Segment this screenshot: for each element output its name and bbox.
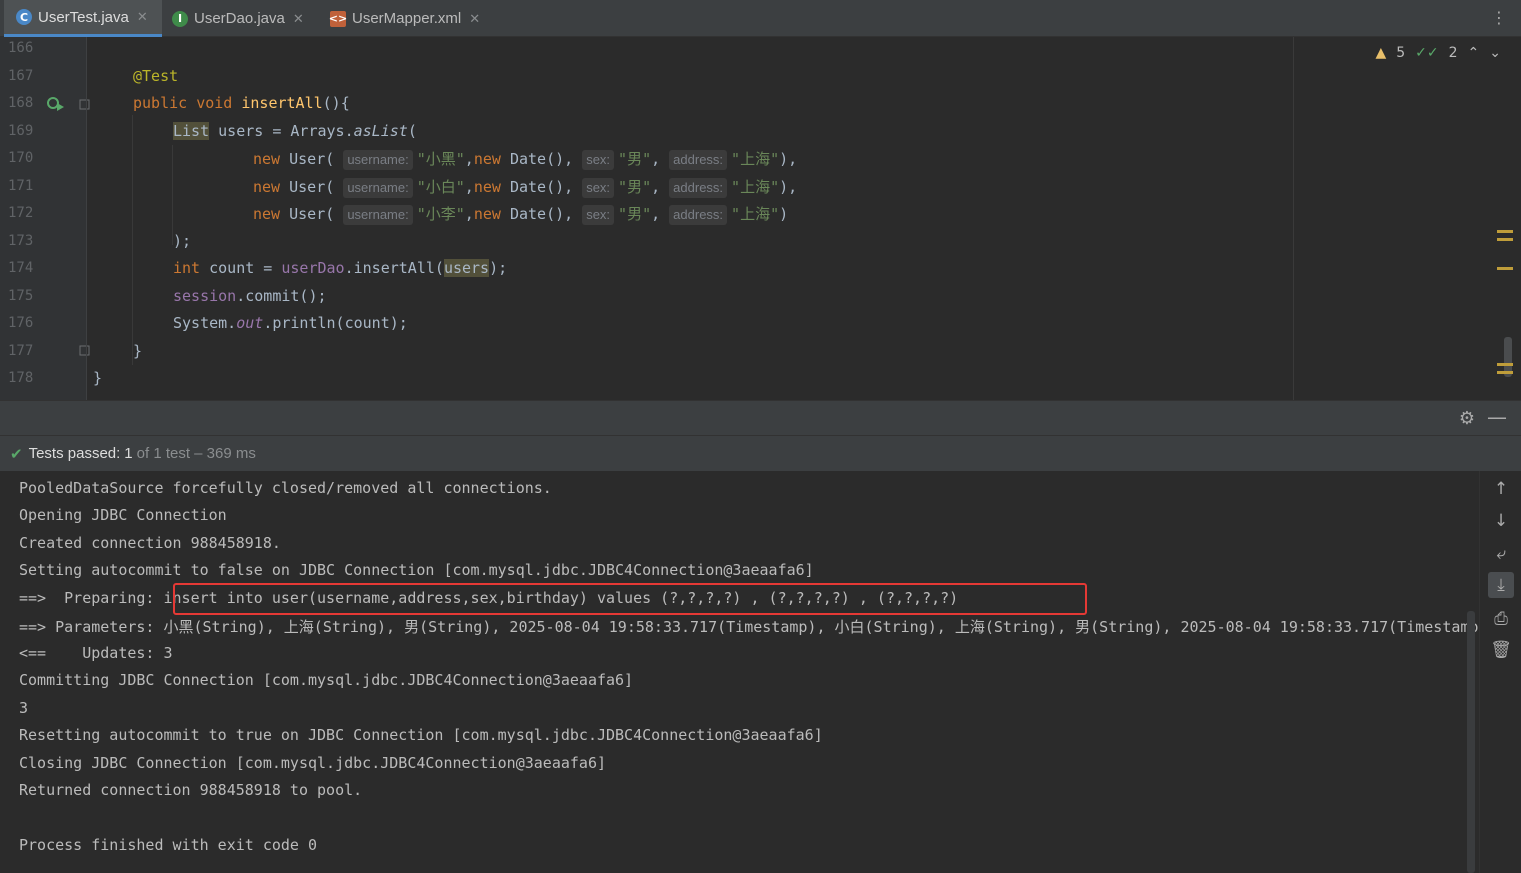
param-hint: username:	[343, 205, 413, 225]
line-number: 174	[8, 260, 34, 276]
indent-guide	[132, 115, 133, 365]
scroll-to-end-icon[interactable]: ⤓	[1488, 572, 1514, 598]
code-editor[interactable]: 166 167 168 169 170 171 172 173 174 175 …	[0, 37, 1521, 400]
console-line: 3	[19, 699, 29, 717]
error-stripe-marker[interactable]	[1497, 267, 1513, 270]
tab-userdao-java[interactable]: I UserDao.java ✕	[172, 0, 322, 37]
code-line-175: session.commit();	[173, 287, 327, 305]
console-line: Setting autocommit to false on JDBC Conn…	[19, 561, 814, 579]
print-icon[interactable]: ⎙	[1488, 606, 1514, 632]
gear-icon[interactable]: ⚙	[1459, 408, 1475, 429]
line-number: 172	[8, 205, 34, 221]
code-line-177: }	[133, 342, 143, 360]
console-output[interactable]: PooledDataSource forcefully closed/remov…	[0, 471, 1479, 873]
sql-highlight-box	[173, 583, 1087, 615]
line-number-gutter: 166 167 168 169 170 171 172 173 174 175 …	[0, 37, 90, 400]
arrow-down-icon[interactable]: ↓	[1488, 508, 1514, 534]
minimize-icon[interactable]: —	[1487, 405, 1507, 429]
code-line-172: new User( username: "小李",new Date(), sex:…	[253, 205, 789, 225]
status-prefix: Tests passed:	[28, 445, 121, 462]
weak-warning-icon: ✓✓	[1415, 45, 1439, 61]
line-number: 176	[8, 315, 34, 331]
param-hint: address:	[669, 205, 728, 225]
test-pass-icon: ✔	[10, 445, 23, 463]
interface-icon: I	[172, 10, 188, 27]
console-line: Process finished with exit code 0	[19, 836, 318, 854]
code-line-170: new User( username: "小黑",new Date(), sex:…	[253, 150, 798, 170]
error-stripe-marker[interactable]	[1497, 363, 1513, 366]
code-line-169: List users = Arrays.asList(	[173, 122, 417, 140]
fold-divider	[86, 37, 87, 400]
console-line: <== Updates: 3	[19, 644, 173, 662]
chevron-down-icon[interactable]: ⌄	[1489, 45, 1501, 61]
inspection-widget[interactable]: ▲ 5 ✓✓ 2 ⌃ ⌄	[1375, 45, 1501, 61]
line-number: 175	[8, 288, 34, 304]
console-line: Opening JDBC Connection	[19, 506, 227, 524]
run-test-icon[interactable]	[46, 95, 66, 113]
error-stripe-marker[interactable]	[1497, 238, 1513, 241]
param-hint: username:	[343, 178, 413, 198]
line-number: 173	[8, 233, 34, 249]
line-number: 166	[8, 40, 34, 56]
error-stripe-marker[interactable]	[1497, 371, 1513, 374]
close-icon[interactable]: ✕	[137, 9, 148, 25]
warning-count: 5	[1396, 45, 1406, 61]
status-detail: of 1 test – 369 ms	[136, 445, 256, 462]
param-hint: address:	[669, 178, 728, 198]
test-status-bar: ✔ Tests passed: 1 of 1 test – 369 ms	[0, 435, 1521, 471]
chevron-up-icon[interactable]: ⌃	[1468, 45, 1480, 61]
line-number: 168	[8, 95, 34, 111]
editor-tab-bar: C UserTest.java ✕ I UserDao.java ✕ <> Us…	[0, 0, 1521, 37]
code-line-174: int count = userDao.insertAll(users);	[173, 259, 508, 277]
line-number: 169	[8, 123, 34, 139]
soft-wrap-icon[interactable]: ⤶	[1488, 541, 1514, 567]
console-line: ==> Parameters: 小黑(String), 上海(String), …	[19, 618, 1479, 636]
arrow-up-icon[interactable]: ↑	[1488, 476, 1514, 502]
code-line-176: System.out.println(count);	[173, 314, 408, 332]
console-line: Committing JDBC Connection [com.mysql.jd…	[19, 671, 634, 689]
close-icon[interactable]: ✕	[469, 11, 480, 27]
status-count: 1	[124, 445, 133, 462]
line-number: 171	[8, 178, 34, 194]
console-line: Created connection 988458918.	[19, 534, 281, 552]
indent-guide	[172, 145, 173, 245]
line-number: 167	[8, 68, 34, 84]
fold-icon[interactable]	[79, 345, 91, 357]
code-line-173: );	[173, 232, 192, 250]
code-line-178: }	[93, 369, 103, 387]
run-tool-window-header: ⚙ —	[0, 400, 1521, 435]
line-number: 177	[8, 343, 34, 359]
console-line: PooledDataSource forcefully closed/remov…	[19, 479, 552, 497]
trash-icon[interactable]: 🗑	[1488, 637, 1514, 663]
tab-usertest-java[interactable]: C UserTest.java ✕	[4, 0, 162, 37]
line-number: 178	[8, 370, 34, 386]
code-line-171: new User( username: "小白",new Date(), sex:…	[253, 178, 798, 198]
more-vertical-icon[interactable]: ⋮	[1491, 8, 1507, 27]
fold-icon[interactable]	[79, 99, 91, 111]
param-hint: sex:	[582, 205, 615, 225]
error-stripe-marker[interactable]	[1497, 230, 1513, 233]
close-icon[interactable]: ✕	[293, 11, 304, 27]
tab-label: UserDao.java	[194, 10, 285, 27]
junit-class-icon: C	[16, 9, 32, 25]
tab-usermapper-xml[interactable]: <> UserMapper.xml ✕	[328, 0, 500, 37]
param-hint: address:	[669, 150, 728, 170]
line-number: 170	[8, 150, 34, 166]
param-hint: username:	[343, 150, 413, 170]
weak-warning-count: 2	[1448, 45, 1458, 61]
warning-icon: ▲	[1375, 45, 1387, 61]
param-hint: sex:	[582, 150, 615, 170]
console-scrollbar[interactable]	[1467, 611, 1475, 873]
code-line-167: @Test	[133, 67, 179, 85]
param-hint: sex:	[582, 178, 615, 198]
tab-label: UserMapper.xml	[352, 10, 462, 27]
console-line: Returned connection 988458918 to pool.	[19, 781, 363, 799]
console-line: Closing JDBC Connection [com.mysql.jdbc.…	[19, 754, 606, 772]
code-line-168: public void insertAll(){	[133, 94, 350, 112]
right-margin-guide	[1293, 37, 1294, 400]
console-line: Resetting autocommit to true on JDBC Con…	[19, 726, 823, 744]
console-side-toolbar: ↑ ↓ ⤶ ⤓ ⎙ 🗑	[1479, 471, 1521, 873]
xml-file-icon: <>	[328, 10, 348, 27]
tab-label: UserTest.java	[38, 8, 129, 26]
